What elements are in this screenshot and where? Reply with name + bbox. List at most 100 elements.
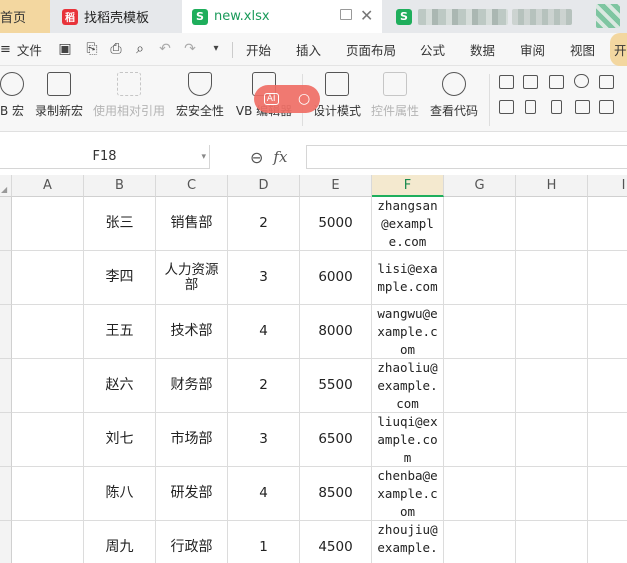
- cell-department[interactable]: 研发部: [156, 467, 228, 521]
- row-header[interactable]: [0, 305, 12, 359]
- row-header[interactable]: [0, 359, 12, 413]
- column-header-e[interactable]: E: [300, 175, 372, 197]
- column-header-b[interactable]: B: [84, 175, 156, 197]
- spin-control-icon[interactable]: [551, 100, 562, 114]
- menu-start[interactable]: 开始: [246, 33, 271, 66]
- record-macro-button[interactable]: 录制新宏: [33, 70, 85, 128]
- tab-home[interactable]: 首页: [0, 0, 50, 33]
- cell-salary[interactable]: 5000: [300, 197, 372, 251]
- menu-page-layout[interactable]: 页面布局: [346, 33, 396, 66]
- file-menu[interactable]: ≡ 文件: [0, 33, 42, 66]
- cell-name[interactable]: 周九: [84, 521, 156, 563]
- cell-a[interactable]: [12, 467, 84, 521]
- formula-input[interactable]: [306, 145, 627, 169]
- cell-a[interactable]: [12, 359, 84, 413]
- menu-data[interactable]: 数据: [470, 33, 495, 66]
- column-header-c[interactable]: C: [156, 175, 228, 197]
- column-header-d[interactable]: D: [228, 175, 300, 197]
- cell-level[interactable]: 1: [228, 521, 300, 563]
- chevron-down-icon[interactable]: ▾: [201, 152, 206, 162]
- cell-salary[interactable]: 4500: [300, 521, 372, 563]
- print-preview-icon[interactable]: ⌕: [132, 41, 148, 57]
- cell-h[interactable]: [516, 413, 588, 467]
- tab-template[interactable]: 稻 找稻壳模板: [52, 0, 179, 33]
- zoom-icon[interactable]: ⊖: [250, 148, 263, 167]
- cell-level[interactable]: 3: [228, 251, 300, 305]
- listbox-control-icon[interactable]: [599, 100, 614, 114]
- cell-i[interactable]: [588, 197, 627, 251]
- cell-level[interactable]: 4: [228, 467, 300, 521]
- cell-email[interactable]: chenba@example.com: [372, 467, 444, 521]
- cell-level[interactable]: 2: [228, 197, 300, 251]
- cell-salary[interactable]: 6500: [300, 413, 372, 467]
- checkbox-control-icon[interactable]: [499, 75, 514, 89]
- cell-department[interactable]: 财务部: [156, 359, 228, 413]
- cell-salary[interactable]: 8500: [300, 467, 372, 521]
- name-box[interactable]: F18 ▾: [0, 145, 210, 169]
- relative-reference-button[interactable]: 使用相对引用: [92, 70, 166, 128]
- cell-i[interactable]: [588, 467, 627, 521]
- customize-dropdown-icon[interactable]: ▾: [208, 41, 224, 57]
- cell-g[interactable]: [444, 359, 516, 413]
- cell-h[interactable]: [516, 251, 588, 305]
- row-header[interactable]: [0, 467, 12, 521]
- cell-email[interactable]: zhaoliu@example.com: [372, 359, 444, 413]
- column-header-i[interactable]: I: [588, 175, 627, 197]
- textbox-control-icon[interactable]: [523, 75, 538, 89]
- cell-level[interactable]: 2: [228, 359, 300, 413]
- cell-department[interactable]: 行政部: [156, 521, 228, 563]
- cell-name[interactable]: 王五: [84, 305, 156, 359]
- cell-i[interactable]: [588, 251, 627, 305]
- select-all-corner[interactable]: ◢: [0, 175, 12, 197]
- tab-blurred[interactable]: S: [388, 0, 627, 33]
- option-button-control-icon[interactable]: [574, 74, 589, 88]
- cell-department[interactable]: 销售部: [156, 197, 228, 251]
- row-header[interactable]: [0, 251, 12, 305]
- cell-h[interactable]: [516, 359, 588, 413]
- ai-assistant-badge[interactable]: AI ○: [254, 85, 320, 113]
- cell-i[interactable]: [588, 305, 627, 359]
- menu-view[interactable]: 视图: [570, 33, 595, 66]
- cell-g[interactable]: [444, 251, 516, 305]
- redo-icon[interactable]: ↷: [182, 41, 198, 57]
- row-header[interactable]: [0, 413, 12, 467]
- cell-h[interactable]: [516, 521, 588, 563]
- cell-email[interactable]: zhangsan@example.com: [372, 197, 444, 251]
- menu-insert[interactable]: 插入: [296, 33, 321, 66]
- cell-email[interactable]: liuqi@example.com: [372, 413, 444, 467]
- cell-a[interactable]: [12, 305, 84, 359]
- cell-g[interactable]: [444, 197, 516, 251]
- macro-security-button[interactable]: 宏安全性: [174, 70, 226, 128]
- menu-developer[interactable]: 开: [610, 33, 627, 66]
- window-restore-icon[interactable]: [340, 9, 352, 20]
- view-code-button[interactable]: 查看代码: [428, 70, 480, 128]
- cell-name[interactable]: 张三: [84, 197, 156, 251]
- tab-new-xlsx[interactable]: S new.xlsx ✕: [182, 0, 382, 33]
- cell-name[interactable]: 赵六: [84, 359, 156, 413]
- cell-a[interactable]: [12, 197, 84, 251]
- cell-g[interactable]: [444, 305, 516, 359]
- cell-a[interactable]: [12, 413, 84, 467]
- row-header[interactable]: [0, 521, 12, 563]
- cell-i[interactable]: [588, 521, 627, 563]
- macro-button[interactable]: B 宏: [0, 70, 26, 128]
- frame-control-icon[interactable]: [499, 100, 514, 114]
- cell-salary[interactable]: 6000: [300, 251, 372, 305]
- print-icon[interactable]: ⎙: [108, 41, 124, 57]
- cell-g[interactable]: [444, 467, 516, 521]
- fx-icon[interactable]: fx: [273, 148, 287, 166]
- cell-name[interactable]: 刘七: [84, 413, 156, 467]
- cell-name[interactable]: 陈八: [84, 467, 156, 521]
- column-header-f[interactable]: F: [372, 175, 444, 197]
- cell-email[interactable]: zhoujiu@example.com: [372, 521, 444, 563]
- cell-salary[interactable]: 5500: [300, 359, 372, 413]
- close-tab-icon[interactable]: ✕: [360, 6, 373, 25]
- cell-name[interactable]: 李四: [84, 251, 156, 305]
- control-properties-button[interactable]: 控件属性: [369, 70, 421, 128]
- image-control-icon[interactable]: [575, 100, 590, 114]
- cell-salary[interactable]: 8000: [300, 305, 372, 359]
- cell-level[interactable]: 4: [228, 305, 300, 359]
- cell-email[interactable]: lisi@example.com: [372, 251, 444, 305]
- menu-formulas[interactable]: 公式: [420, 33, 445, 66]
- label-control-icon[interactable]: [599, 75, 614, 89]
